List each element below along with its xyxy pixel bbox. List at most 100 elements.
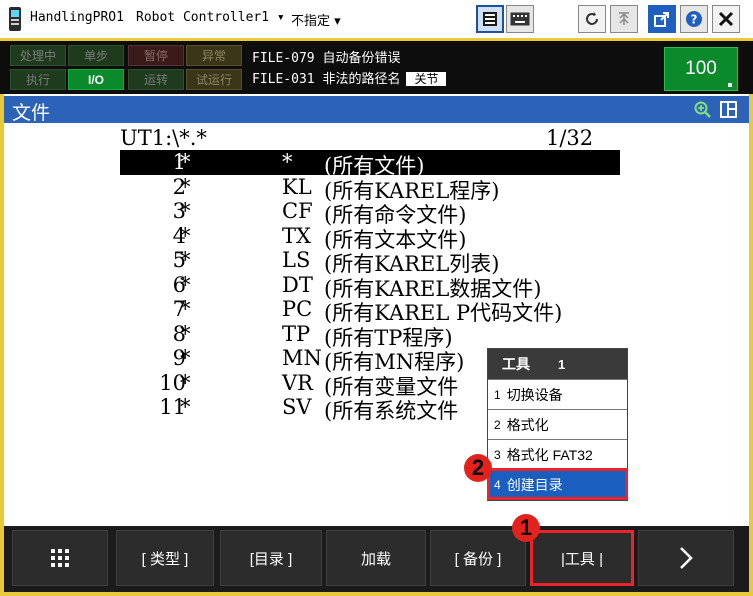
override-indicator-icon [728,83,732,87]
display-icon [483,12,497,26]
led-test-cycle: 试运行 [186,69,242,90]
alarm-line-2-text: FILE-031 非法的路径名 [252,72,401,87]
override-value: 100 [685,58,717,79]
item-name: * [180,199,191,223]
svg-text:?: ? [691,13,698,27]
item-ext: TP [282,321,311,346]
chevron-down-icon: ▾ [276,10,285,25]
backup-button[interactable]: [ 备份 ] [430,530,526,586]
directory-button[interactable]: [目录 ] [220,530,322,586]
led-fault: 异常 [186,45,242,66]
mode-name: 不指定 [291,14,331,29]
item-ext: SV [282,395,312,419]
app-name: HandlingPRO1 [30,10,124,25]
title-bar: HandlingPRO1 Robot Controller1 ▾ 不指定 ▾ ? [0,0,753,38]
function-key-bar: [ 类型 ] [目录 ] 加载 [ 备份 ] |工具 | [0,526,753,596]
list-item[interactable]: 1 * * (所有文件) [120,150,620,178]
menu-item-label: 创建目录 [506,476,563,493]
item-desc: (所有系统文件 [324,399,459,423]
jog-frame-badge: 关节 [406,72,447,86]
item-name: * [180,395,191,419]
item-name: * [180,174,191,199]
menu-item-label: 格式化 [506,416,549,433]
item-ext: LS [282,248,311,272]
split-window-icon[interactable] [720,101,737,118]
mode-selector[interactable]: 不指定 ▾ [291,10,341,29]
type-button[interactable]: [ 类型 ] [116,530,214,586]
list-item[interactable]: 2 * KL (所有KAREL程序) [120,174,620,203]
export-button[interactable] [648,5,676,33]
alarm-line-2: FILE-031 非法的路径名 关节 [252,68,447,87]
tools-button[interactable]: |工具 | [530,530,634,586]
load-button[interactable]: 加载 [326,530,426,586]
step-callout-2: 2 [464,454,492,482]
led-io: I/O [68,69,124,90]
close-button[interactable] [712,5,740,33]
menu-item-number: 4 [494,477,501,492]
close-icon [718,11,734,27]
speed-override[interactable]: 100 [664,47,738,91]
item-name: * [180,272,191,297]
refresh-button[interactable] [578,5,606,33]
help-button[interactable]: ? [680,5,708,33]
controller-selector[interactable]: Robot Controller1 ▾ [136,10,285,25]
item-name: * [180,297,191,321]
chevron-down-icon: ▾ [334,14,341,29]
keyboard-button[interactable] [506,5,534,33]
tools-popup-menu: 工具 1 1 切换设备 2 格式化 3 格式化 FAT32 4 创建目录 [487,348,628,501]
item-name: * [180,248,191,272]
list-item[interactable]: 8 * TP (所有TP程序) [120,321,620,350]
item-ext: DT [282,272,313,297]
zoom-in-icon[interactable] [694,101,711,118]
item-ext: * [282,150,293,174]
screen-header: 文件 [4,96,749,124]
menu-item-format[interactable]: 2 格式化 [488,409,627,439]
popup-title: 工具 [502,356,530,372]
popup-page: 1 [558,356,566,372]
item-name: * [180,150,191,174]
current-path: UT1:\*.* [120,126,207,150]
item-name: * [180,346,191,370]
jog-icon [619,12,629,25]
help-icon: ? [686,11,702,27]
step-callout-1: 1 [512,514,540,542]
led-run: 执行 [10,69,66,90]
alarm-line-1: FILE-079 自动备份错误 [252,51,401,66]
led-busy: 处理中 [10,45,66,66]
list-item[interactable]: 4 * TX (所有文本文件) [120,223,620,252]
list-item[interactable]: 3 * CF (所有命令文件) [120,199,620,227]
status-panel: 处理中 单步 暂停 异常 执行 I/O 运转 试运行 FILE-079 自动备份… [0,38,753,94]
controller-name: Robot Controller1 [136,10,270,25]
menu-item-label: 格式化 FAT32 [506,446,593,463]
list-item[interactable]: 5 * LS (所有KAREL列表) [120,248,620,276]
next-page-button[interactable] [638,530,734,586]
jog-button[interactable] [610,5,638,33]
menu-item-create-directory[interactable]: 4 创建目录 [487,468,628,500]
item-ext: MN [282,346,322,370]
list-item[interactable]: 7 * PC (所有KAREL P代码文件) [120,297,620,325]
item-name: * [180,370,191,395]
menu-item-switch-device[interactable]: 1 切换设备 [488,379,627,409]
item-ext: KL [282,174,312,199]
menu-grid-button[interactable] [12,530,108,586]
item-ext: PC [282,297,313,321]
led-prod: 运转 [128,69,184,90]
menu-item-label: 切换设备 [506,386,563,403]
popup-header: 工具 1 [488,349,627,379]
page-title: 文件 [12,103,51,124]
export-icon [654,12,669,27]
grid-icon [51,549,69,567]
single-display-button[interactable] [476,5,504,33]
menu-item-format-fat32[interactable]: 3 格式化 FAT32 [488,439,627,469]
page-counter: 1/32 [546,126,594,150]
item-name: * [180,321,191,346]
keyboard-icon [510,12,530,26]
menu-item-number: 1 [494,387,501,402]
list-item[interactable]: 6 * DT (所有KAREL数据文件) [120,272,620,301]
menu-item-number: 3 [494,447,501,462]
item-name: * [180,223,191,248]
teach-pendant-icon [9,7,21,31]
led-step: 单步 [68,45,124,66]
menu-item-number: 2 [494,417,501,432]
item-ext: VR [282,370,313,395]
